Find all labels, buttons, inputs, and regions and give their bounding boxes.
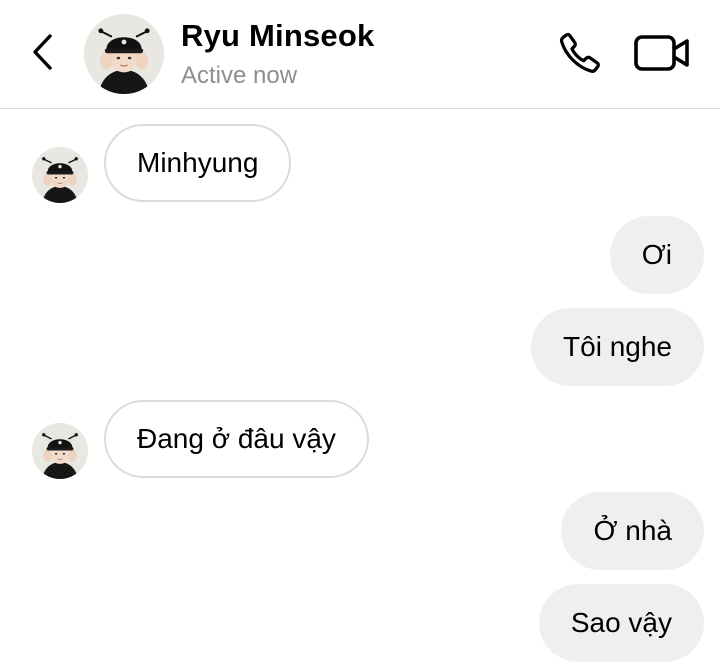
- chevron-left-icon: [30, 33, 54, 76]
- message-text: Ơi: [641, 239, 672, 270]
- outgoing-message[interactable]: Ở nhà: [561, 492, 704, 570]
- contact-status: Active now: [181, 62, 298, 89]
- contact-avatar[interactable]: [84, 14, 164, 94]
- incoming-message[interactable]: Minhyung: [104, 124, 292, 202]
- message-text: Sao vậy: [570, 607, 672, 638]
- back-button[interactable]: [22, 30, 62, 78]
- message-text: Đang ở đâu vậy: [137, 423, 336, 454]
- incoming-message[interactable]: Đang ở đâu vậy: [104, 400, 369, 478]
- message-text: Minhyung: [137, 147, 259, 178]
- contact-name[interactable]: Ryu Minseok: [181, 18, 374, 54]
- outgoing-message[interactable]: Tôi nghe: [531, 308, 704, 386]
- chat-header: Ryu Minseok Active now: [0, 0, 720, 109]
- audio-call-button[interactable]: [554, 30, 606, 80]
- message-text: Tôi nghe: [563, 331, 672, 362]
- sender-avatar[interactable]: [32, 423, 88, 479]
- phone-icon: [557, 30, 603, 81]
- message-text: Ở nhà: [593, 515, 672, 546]
- video-call-button[interactable]: [630, 30, 694, 80]
- video-camera-icon: [633, 33, 691, 78]
- outgoing-message[interactable]: Sao vậy: [538, 584, 704, 662]
- outgoing-message[interactable]: Ơi: [609, 216, 704, 294]
- sender-avatar[interactable]: [32, 147, 88, 203]
